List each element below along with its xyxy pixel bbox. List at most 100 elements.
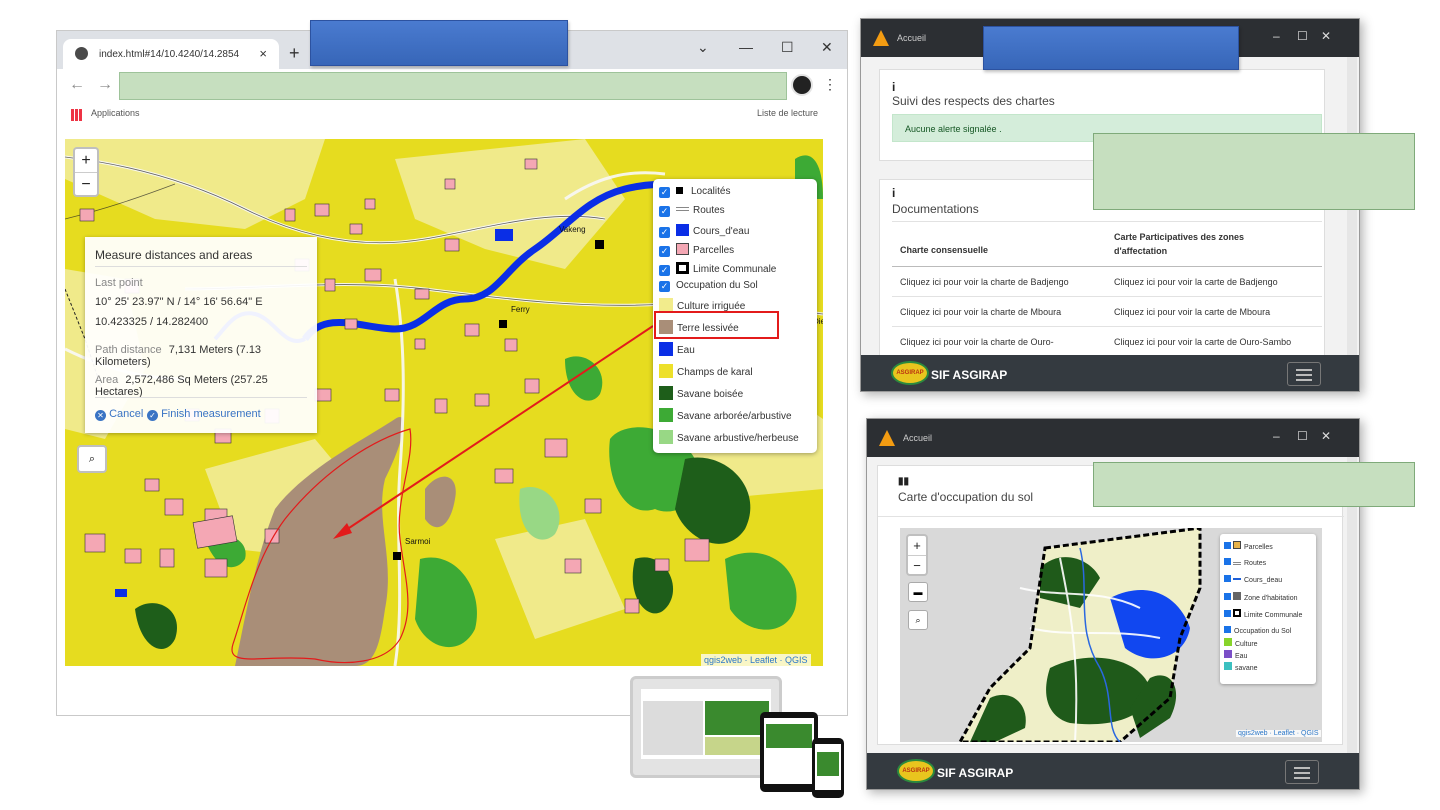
swatch bbox=[659, 342, 673, 356]
legend-class-eau: Eau bbox=[659, 342, 695, 362]
map-card: ▮▮ Carte d'occupation du sol + − ▬ ⌕ Par… bbox=[877, 465, 1344, 745]
road-line-icon bbox=[676, 207, 689, 211]
swatch bbox=[659, 298, 673, 312]
link-carte-ouro-sambo[interactable]: Cliquez ici pour voir la carte de Ouro-S… bbox=[1114, 337, 1291, 347]
link-charte-badjengo[interactable]: Cliquez ici pour voir la charte de Badje… bbox=[900, 277, 1069, 287]
bookmarks-bar: Applications Liste de lecture bbox=[57, 103, 847, 125]
link-carte-badjengo[interactable]: Cliquez ici pour voir la carte de Badjen… bbox=[1114, 277, 1278, 287]
binoculars-icon[interactable]: ⌕ bbox=[908, 610, 928, 630]
binoculars-icon[interactable]: ⌕ bbox=[77, 445, 107, 473]
window-title: Accueil bbox=[903, 433, 933, 443]
leaflet-map[interactable]: Vakeng Ferry Sarmoi Die + − Measure dist… bbox=[65, 139, 823, 666]
swatch bbox=[659, 364, 673, 378]
hamburger-menu-icon[interactable] bbox=[1285, 760, 1319, 784]
swatch bbox=[659, 430, 673, 444]
legend-layer-localites[interactable]: ✓ Localités bbox=[659, 186, 730, 204]
footer-brand: SIF ASGIRAP bbox=[931, 368, 1008, 382]
legend-layer-cours-deau[interactable]: ✓ Cours_d'eau bbox=[659, 224, 749, 242]
apps-grid-icon[interactable] bbox=[71, 109, 83, 121]
close-button[interactable]: ✕ bbox=[1321, 29, 1331, 43]
legend-cours-deau[interactable]: Cours_deau bbox=[1224, 575, 1282, 584]
profile-avatar[interactable] bbox=[791, 74, 813, 96]
checkbox-checked-icon[interactable]: ✓ bbox=[659, 187, 670, 198]
back-icon[interactable]: ← bbox=[69, 76, 85, 94]
legend-class-savane-arboree: Savane arborée/arbustive bbox=[659, 408, 792, 428]
tab-search-icon[interactable]: ⌄ bbox=[697, 39, 709, 56]
legend-zone-habitation[interactable]: Zone d'habitation bbox=[1224, 592, 1298, 602]
alert-section-title: Suivi des respects des chartes bbox=[892, 94, 1055, 108]
tab-close-icon[interactable]: × bbox=[259, 46, 267, 61]
checkbox-checked-icon[interactable]: ✓ bbox=[659, 281, 670, 292]
place-label-ferry: Ferry bbox=[511, 305, 530, 314]
legend-parcelles[interactable]: Parcelles bbox=[1224, 541, 1273, 551]
legend-layer-routes[interactable]: ✓ Routes bbox=[659, 205, 725, 223]
measure-panel: Measure distances and areas Last point 1… bbox=[85, 237, 317, 433]
legend-routes[interactable]: Routes bbox=[1224, 558, 1266, 567]
zoom-control: + − bbox=[73, 147, 99, 197]
legend-class-savane-boisee: Savane boisée bbox=[659, 386, 743, 406]
cancel-button[interactable]: ✕ Cancel bbox=[95, 408, 143, 421]
redaction-block bbox=[1093, 462, 1415, 507]
mini-map-attribution[interactable]: qgis2web · Leaflet · QGIS bbox=[1236, 730, 1321, 737]
checkbox-checked-icon[interactable]: ✓ bbox=[659, 227, 670, 238]
parcel-swatch-icon bbox=[676, 243, 689, 255]
close-button[interactable]: ✕ bbox=[1321, 429, 1331, 443]
legend-class-savane-arbustive: Savane arbustive/herbeuse bbox=[659, 430, 799, 450]
legend-layer-parcelles[interactable]: ✓ Parcelles bbox=[659, 243, 734, 261]
address-bar-row: ← → ⋮ bbox=[57, 69, 847, 103]
browser-tab[interactable]: index.html#14/10.4240/14.2854 × bbox=[63, 39, 279, 69]
scrollbar[interactable] bbox=[1347, 57, 1357, 391]
legend-occupation[interactable]: Occupation du Sol bbox=[1224, 626, 1291, 635]
finish-measurement-button[interactable]: ✓ Finish measurement bbox=[147, 408, 261, 421]
menu-kebab-icon[interactable]: ⋮ bbox=[823, 76, 837, 93]
minimize-button[interactable]: — bbox=[739, 39, 753, 55]
maximize-button[interactable]: ☐ bbox=[781, 39, 794, 56]
place-label-vakeng: Vakeng bbox=[559, 225, 586, 234]
divider bbox=[95, 397, 307, 398]
legend-layer-occupation[interactable]: ✓ Occupation du Sol bbox=[659, 280, 758, 298]
legend-limite[interactable]: Limite Communale bbox=[1224, 609, 1302, 619]
zoom-in-button[interactable]: + bbox=[908, 536, 926, 555]
map-attribution[interactable]: qgis2web · Leaflet · QGIS bbox=[701, 654, 811, 666]
checkbox-checked-icon[interactable]: ✓ bbox=[659, 265, 670, 276]
asgirap-logo: ASGIRAP bbox=[891, 361, 929, 385]
redaction-block bbox=[983, 26, 1239, 70]
ruler-icon[interactable]: ▬ bbox=[908, 582, 928, 602]
link-carte-mboura[interactable]: Cliquez ici pour voir la carte de Mboura bbox=[1114, 307, 1270, 317]
checkbox-checked-icon[interactable]: ✓ bbox=[659, 206, 670, 217]
link-charte-ouro[interactable]: Cliquez ici pour voir la charte de Ouro- bbox=[900, 337, 1054, 347]
mini-map[interactable]: + − ▬ ⌕ Parcelles Routes Cours_deau Zone… bbox=[900, 528, 1322, 742]
app-logo-icon bbox=[873, 30, 889, 46]
forward-icon[interactable]: → bbox=[97, 76, 113, 94]
tab-title: index.html#14/10.4240/14.2854 bbox=[99, 49, 240, 60]
divider bbox=[892, 326, 1322, 327]
minimize-button[interactable]: – bbox=[1273, 429, 1280, 443]
window-title: Accueil bbox=[897, 33, 927, 43]
divider bbox=[95, 266, 307, 267]
new-tab-button[interactable]: + bbox=[289, 43, 300, 64]
address-bar-redacted[interactable] bbox=[119, 72, 787, 100]
minimize-button[interactable]: – bbox=[1273, 29, 1280, 43]
legend-layer-limite[interactable]: ✓ Limite Communale bbox=[659, 262, 776, 280]
hamburger-menu-icon[interactable] bbox=[1287, 362, 1321, 386]
link-charte-mboura[interactable]: Cliquez ici pour voir la charte de Mbour… bbox=[900, 307, 1061, 317]
footer-brand: SIF ASGIRAP bbox=[937, 766, 1014, 780]
bookmark-applications[interactable]: Applications bbox=[91, 108, 140, 118]
maximize-button[interactable]: ☐ bbox=[1297, 29, 1308, 43]
close-circle-icon: ✕ bbox=[95, 410, 106, 421]
zoom-out-button[interactable]: − bbox=[75, 172, 97, 195]
responsive-devices-image bbox=[628, 676, 848, 798]
maximize-button[interactable]: ☐ bbox=[1297, 429, 1308, 443]
legend-culture: Culture bbox=[1224, 638, 1258, 648]
window-titlebar: Accueil – ☐ ✕ bbox=[867, 419, 1359, 457]
zoom-in-button[interactable]: + bbox=[75, 149, 97, 172]
checkbox-checked-icon[interactable]: ✓ bbox=[659, 246, 670, 257]
water-swatch-icon bbox=[676, 224, 689, 236]
swatch bbox=[659, 386, 673, 400]
close-button[interactable]: ✕ bbox=[821, 39, 833, 56]
map-card-title: Carte d'occupation du sol bbox=[898, 490, 1034, 504]
app-footer: ASGIRAP SIF ASGIRAP bbox=[861, 355, 1359, 391]
zoom-out-button[interactable]: − bbox=[908, 555, 926, 574]
bookmark-reading-list[interactable]: Liste de lecture bbox=[757, 108, 818, 118]
col-header-charte: Charte consensuelle bbox=[900, 245, 989, 255]
